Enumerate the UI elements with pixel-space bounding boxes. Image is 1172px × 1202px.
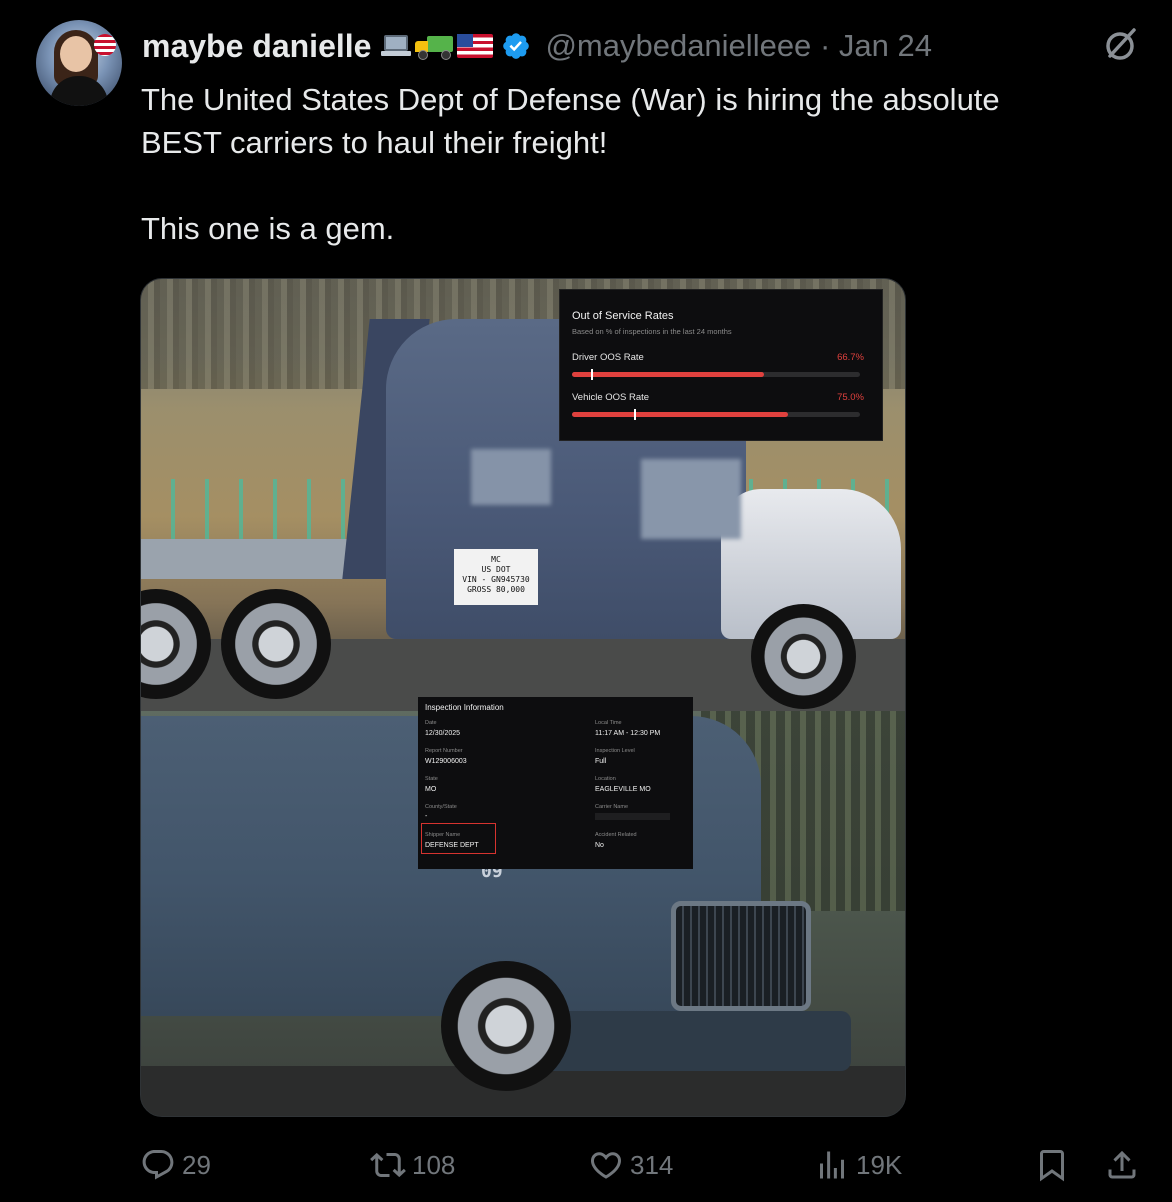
shipper-name-value: DEFENSE DEPT: [425, 842, 479, 849]
inspection-info-panel: Inspection Information Date 12/30/2025 L…: [418, 697, 693, 869]
author-name[interactable]: maybe danielle: [142, 28, 371, 65]
inspection-level-value: Full: [595, 758, 607, 765]
dot-number-placard: MC US DOT VIN - GN945730 GROSS 80,000: [454, 549, 538, 605]
vehicle-oos-label: Vehicle OOS Rate: [572, 392, 650, 403]
driver-oos-bar: [572, 369, 860, 380]
state-value: MO: [425, 786, 437, 793]
views-count: 19K: [856, 1149, 903, 1180]
location-label: Location: [595, 776, 616, 782]
author-avatar[interactable]: [36, 20, 122, 106]
driver-oos-value: 66.7%: [837, 352, 864, 363]
county-label: County/State: [425, 804, 457, 810]
repost-icon: [370, 1152, 406, 1178]
vehicle-oos-bar: [572, 409, 860, 420]
blurred-text: [471, 449, 551, 505]
verified-badge-icon: [503, 33, 530, 59]
post-media-image[interactable]: MC US DOT VIN - GN945730 GROSS 80,000 09…: [140, 278, 906, 1117]
repost-count: 108: [412, 1149, 456, 1180]
post-text: The United States Dept of Defense (War) …: [141, 82, 1000, 246]
author-handle[interactable]: @maybedanielleee · Jan 24: [545, 28, 932, 64]
accident-value: No: [595, 842, 604, 849]
analytics-icon: [820, 1151, 844, 1179]
post-header: maybe danielle @maybedanielleee · Jan 24: [142, 26, 932, 66]
driver-oos-fill: [572, 372, 765, 377]
local-time-value: 11:17 AM - 12:30 PM: [595, 730, 661, 737]
heart-icon: [590, 1152, 622, 1179]
accident-label: Accident Related: [595, 832, 637, 838]
reply-button[interactable]: 29: [140, 1145, 211, 1185]
shipper-name-label: Shipper Name: [425, 832, 461, 838]
carrier-name-label: Carrier Name: [595, 804, 629, 810]
redacted-carrier-name: [595, 813, 670, 820]
oos-subtitle: Based on % of inspections in the last 24…: [572, 327, 732, 336]
grok-icon[interactable]: [1100, 24, 1140, 64]
oos-title: Out of Service Rates: [572, 310, 674, 322]
truck-grille: [671, 901, 811, 1011]
like-count: 314: [630, 1149, 674, 1180]
oos-rates-panel: Out of Service Rates Based on % of inspe…: [560, 290, 882, 440]
share-button[interactable]: [1104, 1145, 1140, 1185]
post-date: Jan 24: [838, 28, 932, 63]
truck-emoji-icon: [415, 34, 454, 60]
reply-count: 29: [182, 1149, 211, 1180]
report-number-label: Report Number: [425, 748, 463, 754]
share-icon: [1108, 1150, 1136, 1179]
local-time-label: Local Time: [595, 720, 622, 726]
us-flag-emoji-icon: [457, 34, 494, 58]
county-value: -: [425, 813, 428, 820]
vehicle-oos-marker: [634, 409, 636, 420]
vehicle-oos-fill: [572, 412, 788, 417]
state-label: State: [425, 776, 438, 782]
driver-oos-label: Driver OOS Rate: [572, 352, 644, 363]
location-value: EAGLEVILLE MO: [595, 786, 651, 793]
reply-icon: [142, 1150, 174, 1180]
like-button[interactable]: 314: [588, 1145, 673, 1185]
date-label: Date: [425, 720, 437, 726]
laptop-emoji-icon: [381, 35, 412, 57]
avatar-face: [60, 36, 92, 72]
inspection-level-label: Inspection Level: [595, 748, 635, 754]
inspection-title: Inspection Information: [425, 703, 504, 712]
repost-button[interactable]: 108: [370, 1145, 455, 1185]
bookmark-button[interactable]: [1034, 1145, 1070, 1185]
date-value: 12/30/2025: [425, 730, 461, 737]
vehicle-oos-value: 75.0%: [837, 392, 864, 403]
blurred-text: [641, 459, 741, 539]
author-emojis: [381, 34, 494, 60]
avatar-flag-badge: [94, 34, 116, 56]
driver-oos-marker: [591, 369, 593, 380]
views-button[interactable]: 19K: [814, 1145, 902, 1185]
shipper-highlight-box: [421, 823, 496, 854]
report-number-value: W129006003: [425, 758, 467, 765]
bookmark-icon: [1040, 1150, 1064, 1182]
